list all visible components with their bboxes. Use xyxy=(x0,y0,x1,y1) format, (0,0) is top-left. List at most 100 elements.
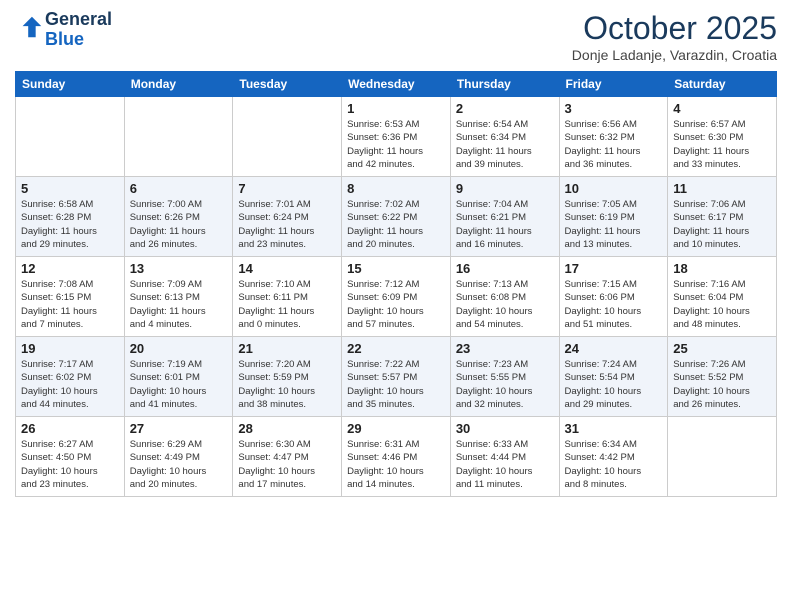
day-number: 26 xyxy=(21,421,119,436)
day-cell: 24 Sunrise: 7:24 AM Sunset: 5:54 PM Dayli… xyxy=(559,337,668,417)
day-number: 22 xyxy=(347,341,445,356)
day-cell: 20 Sunrise: 7:19 AM Sunset: 6:01 PM Dayli… xyxy=(124,337,233,417)
day-info: Sunrise: 7:08 AM Sunset: 6:15 PM Dayligh… xyxy=(21,278,119,331)
day-number: 11 xyxy=(673,181,771,196)
week-row-4: 19Sunrise: 7:17 AM Sunset: 6:02 PM Dayli… xyxy=(16,337,777,417)
day-cell: 27 Sunrise: 6:29 AM Sunset: 4:49 PM Dayli… xyxy=(124,417,233,497)
day-number: 31 xyxy=(565,421,663,436)
day-cell: 4Sunrise: 6:57 AM Sunset: 6:30 PM Daylig… xyxy=(668,97,777,177)
day-number: 10 xyxy=(565,181,663,196)
day-number: 1 xyxy=(347,101,445,116)
day-info: Sunrise: 6:56 AM Sunset: 6:32 PM Dayligh… xyxy=(565,118,663,171)
day-number: 15 xyxy=(347,261,445,276)
day-cell: 28 Sunrise: 6:30 AM Sunset: 4:47 PM Dayli… xyxy=(233,417,342,497)
header: General Blue October 2025 Donje Ladanje,… xyxy=(15,10,777,63)
day-info: Sunrise: 7:20 AM Sunset: 5:59 PM Dayligh… xyxy=(238,358,336,411)
day-number: 30 xyxy=(456,421,554,436)
day-info: Sunrise: 7:22 AM Sunset: 5:57 PM Dayligh… xyxy=(347,358,445,411)
day-info: Sunrise: 7:00 AM Sunset: 6:26 PM Dayligh… xyxy=(130,198,228,251)
weekday-header-friday: Friday xyxy=(559,72,668,97)
day-cell: 14Sunrise: 7:10 AM Sunset: 6:11 PM Dayli… xyxy=(233,257,342,337)
logo-icon xyxy=(17,13,45,41)
day-info: Sunrise: 7:24 AM Sunset: 5:54 PM Dayligh… xyxy=(565,358,663,411)
weekday-header-sunday: Sunday xyxy=(16,72,125,97)
day-cell xyxy=(16,97,125,177)
month-title: October 2025 xyxy=(572,10,777,47)
day-number: 24 xyxy=(565,341,663,356)
day-info: Sunrise: 7:23 AM Sunset: 5:55 PM Dayligh… xyxy=(456,358,554,411)
day-cell: 11 Sunrise: 7:06 AM Sunset: 6:17 PM Dayli… xyxy=(668,177,777,257)
week-row-1: 1Sunrise: 6:53 AM Sunset: 6:36 PM Daylig… xyxy=(16,97,777,177)
logo-text: General Blue xyxy=(45,10,112,50)
day-cell: 8 Sunrise: 7:02 AM Sunset: 6:22 PM Daylig… xyxy=(342,177,451,257)
day-info: Sunrise: 7:05 AM Sunset: 6:19 PM Dayligh… xyxy=(565,198,663,251)
day-cell: 15 Sunrise: 7:12 AM Sunset: 6:09 PM Dayli… xyxy=(342,257,451,337)
day-number: 2 xyxy=(456,101,554,116)
day-cell: 22 Sunrise: 7:22 AM Sunset: 5:57 PM Dayli… xyxy=(342,337,451,417)
week-row-5: 26 Sunrise: 6:27 AM Sunset: 4:50 PM Dayli… xyxy=(16,417,777,497)
day-cell: 18Sunrise: 7:16 AM Sunset: 6:04 PM Dayli… xyxy=(668,257,777,337)
day-info: Sunrise: 6:31 AM Sunset: 4:46 PM Dayligh… xyxy=(347,438,445,491)
day-cell xyxy=(124,97,233,177)
weekday-header-tuesday: Tuesday xyxy=(233,72,342,97)
weekday-header-thursday: Thursday xyxy=(450,72,559,97)
day-cell: 16Sunrise: 7:13 AM Sunset: 6:08 PM Dayli… xyxy=(450,257,559,337)
day-number: 28 xyxy=(238,421,336,436)
day-cell: 10 Sunrise: 7:05 AM Sunset: 6:19 PM Dayli… xyxy=(559,177,668,257)
day-number: 16 xyxy=(456,261,554,276)
day-cell xyxy=(233,97,342,177)
day-cell: 25 Sunrise: 7:26 AM Sunset: 5:52 PM Dayli… xyxy=(668,337,777,417)
day-info: Sunrise: 7:02 AM Sunset: 6:22 PM Dayligh… xyxy=(347,198,445,251)
weekday-header-wednesday: Wednesday xyxy=(342,72,451,97)
title-block: October 2025 Donje Ladanje, Varazdin, Cr… xyxy=(572,10,777,63)
day-cell: 19Sunrise: 7:17 AM Sunset: 6:02 PM Dayli… xyxy=(16,337,125,417)
day-number: 7 xyxy=(238,181,336,196)
day-info: Sunrise: 6:33 AM Sunset: 4:44 PM Dayligh… xyxy=(456,438,554,491)
day-cell: 2 Sunrise: 6:54 AM Sunset: 6:34 PM Daylig… xyxy=(450,97,559,177)
day-cell: 9 Sunrise: 7:04 AM Sunset: 6:21 PM Daylig… xyxy=(450,177,559,257)
day-number: 19 xyxy=(21,341,119,356)
day-number: 21 xyxy=(238,341,336,356)
logo: General Blue xyxy=(15,10,112,50)
day-info: Sunrise: 7:01 AM Sunset: 6:24 PM Dayligh… xyxy=(238,198,336,251)
day-cell: 5Sunrise: 6:58 AM Sunset: 6:28 PM Daylig… xyxy=(16,177,125,257)
day-cell: 23Sunrise: 7:23 AM Sunset: 5:55 PM Dayli… xyxy=(450,337,559,417)
week-row-3: 12 Sunrise: 7:08 AM Sunset: 6:15 PM Dayli… xyxy=(16,257,777,337)
day-number: 20 xyxy=(130,341,228,356)
day-cell: 13Sunrise: 7:09 AM Sunset: 6:13 PM Dayli… xyxy=(124,257,233,337)
day-info: Sunrise: 7:04 AM Sunset: 6:21 PM Dayligh… xyxy=(456,198,554,251)
day-number: 5 xyxy=(21,181,119,196)
day-info: Sunrise: 7:12 AM Sunset: 6:09 PM Dayligh… xyxy=(347,278,445,331)
day-info: Sunrise: 7:19 AM Sunset: 6:01 PM Dayligh… xyxy=(130,358,228,411)
day-cell: 31Sunrise: 6:34 AM Sunset: 4:42 PM Dayli… xyxy=(559,417,668,497)
day-info: Sunrise: 7:26 AM Sunset: 5:52 PM Dayligh… xyxy=(673,358,771,411)
day-info: Sunrise: 6:30 AM Sunset: 4:47 PM Dayligh… xyxy=(238,438,336,491)
day-number: 29 xyxy=(347,421,445,436)
day-cell: 26 Sunrise: 6:27 AM Sunset: 4:50 PM Dayli… xyxy=(16,417,125,497)
week-row-2: 5Sunrise: 6:58 AM Sunset: 6:28 PM Daylig… xyxy=(16,177,777,257)
day-number: 9 xyxy=(456,181,554,196)
weekday-header-saturday: Saturday xyxy=(668,72,777,97)
day-info: Sunrise: 6:27 AM Sunset: 4:50 PM Dayligh… xyxy=(21,438,119,491)
day-number: 18 xyxy=(673,261,771,276)
day-cell: 17Sunrise: 7:15 AM Sunset: 6:06 PM Dayli… xyxy=(559,257,668,337)
weekday-header-row: SundayMondayTuesdayWednesdayThursdayFrid… xyxy=(16,72,777,97)
day-info: Sunrise: 7:10 AM Sunset: 6:11 PM Dayligh… xyxy=(238,278,336,331)
day-number: 17 xyxy=(565,261,663,276)
day-cell: 6 Sunrise: 7:00 AM Sunset: 6:26 PM Daylig… xyxy=(124,177,233,257)
day-number: 27 xyxy=(130,421,228,436)
day-cell: 3Sunrise: 6:56 AM Sunset: 6:32 PM Daylig… xyxy=(559,97,668,177)
day-cell xyxy=(668,417,777,497)
day-info: Sunrise: 6:54 AM Sunset: 6:34 PM Dayligh… xyxy=(456,118,554,171)
weekday-header-monday: Monday xyxy=(124,72,233,97)
day-cell: 7 Sunrise: 7:01 AM Sunset: 6:24 PM Daylig… xyxy=(233,177,342,257)
day-number: 25 xyxy=(673,341,771,356)
day-cell: 12 Sunrise: 7:08 AM Sunset: 6:15 PM Dayli… xyxy=(16,257,125,337)
day-cell: 21 Sunrise: 7:20 AM Sunset: 5:59 PM Dayli… xyxy=(233,337,342,417)
day-number: 13 xyxy=(130,261,228,276)
day-number: 8 xyxy=(347,181,445,196)
day-info: Sunrise: 7:06 AM Sunset: 6:17 PM Dayligh… xyxy=(673,198,771,251)
day-number: 12 xyxy=(21,261,119,276)
day-number: 6 xyxy=(130,181,228,196)
day-info: Sunrise: 6:29 AM Sunset: 4:49 PM Dayligh… xyxy=(130,438,228,491)
